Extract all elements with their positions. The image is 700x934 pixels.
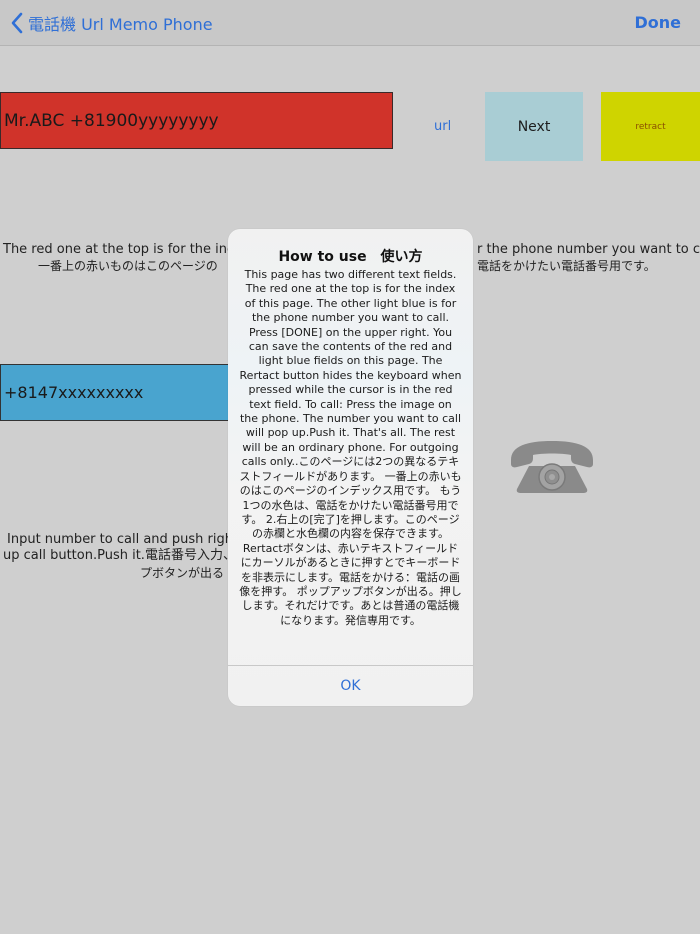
input-description-line1: Input number to call and push right <box>7 532 239 547</box>
done-button[interactable]: Done <box>634 13 681 32</box>
alert-title: How to use 使い方 <box>278 249 423 265</box>
how-to-use-alert: How to use 使い方 This page has two differe… <box>228 229 473 706</box>
index-description-line2: 一番上の赤いものはこのページの <box>38 259 218 273</box>
url-link[interactable]: url <box>434 119 451 134</box>
index-description-line2-end: 電話をかけたい電話番号用です。 <box>477 259 656 273</box>
ok-button[interactable]: OK <box>228 666 473 706</box>
next-button[interactable]: Next <box>485 92 583 161</box>
navigation-bar: 電話機 Url Memo Phone Done <box>0 0 700 46</box>
telephone-icon[interactable] <box>507 438 597 494</box>
alert-message: This page has two different text fields.… <box>239 268 462 627</box>
input-description-line3: プボタンが出る <box>140 566 225 580</box>
retract-button[interactable]: retract <box>601 92 700 161</box>
index-description-line1-end: r the phone number you want to call. <box>477 242 700 257</box>
back-button[interactable]: 電話機 Url Memo Phone <box>10 10 213 36</box>
index-text-field[interactable]: Mr.ABC +81900yyyyyyyy <box>0 92 393 149</box>
chevron-left-icon <box>11 12 23 34</box>
index-description-line1: The red one at the top is for the inde <box>3 242 244 257</box>
back-button-label: 電話機 Url Memo Phone <box>28 15 213 34</box>
input-description-line2: up call button.Push it.電話番号入力、 <box>3 548 236 563</box>
phone-number-field[interactable]: +8147xxxxxxxxx <box>0 364 228 421</box>
